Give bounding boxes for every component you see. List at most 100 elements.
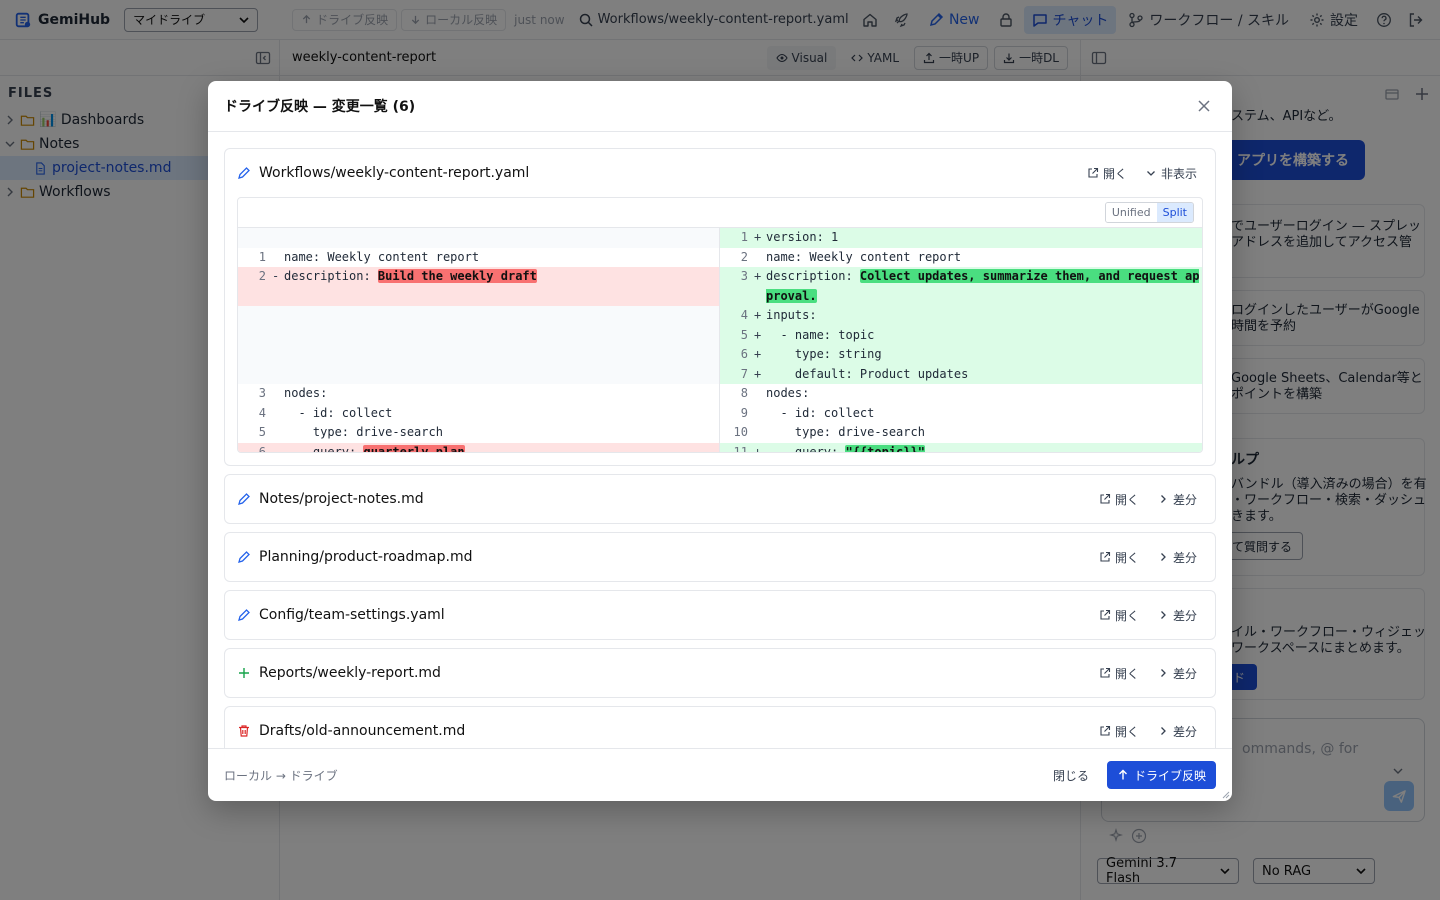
line-text <box>284 326 286 346</box>
open-file-label: 開く <box>1114 550 1139 565</box>
diff-line <box>238 364 719 385</box>
diff-marker: - <box>272 269 280 283</box>
line-number: 5 <box>740 327 748 342</box>
line-text-prefix: query: <box>284 444 364 453</box>
change-item: Planning/product-roadmap.md 開く 差分 <box>224 532 1216 582</box>
diff-line: 6- query: quarterly plan <box>238 442 719 453</box>
external-link-icon <box>1100 493 1111 504</box>
diff-line: 3 + description: Collect updates, summariz… <box>720 267 1202 306</box>
removed-text-highlight: quarterly plan <box>363 444 465 452</box>
line-text: name: Weekly content report <box>766 249 962 264</box>
show-diff-button[interactable]: 差分 <box>1151 603 1203 627</box>
external-link-icon <box>1100 725 1111 736</box>
unified-mode-button[interactable]: Unified <box>1105 203 1157 222</box>
open-file-button[interactable]: 開く <box>1093 545 1145 569</box>
diff-marker <box>272 365 284 385</box>
change-path[interactable]: Drafts/old-announcement.md <box>259 723 465 739</box>
pencil-icon <box>238 609 250 621</box>
line-text <box>284 228 286 248</box>
diff-marker: + <box>754 327 762 342</box>
open-file-button[interactable]: 開く <box>1093 719 1145 743</box>
dialog-footer: ローカル → ドライブ 閉じる ドライブ反映 <box>208 748 1232 801</box>
line-text: default: Product updates <box>766 366 969 381</box>
line-number: 2 <box>258 269 266 283</box>
split-mode-button[interactable]: Split <box>1156 203 1193 222</box>
line-number: 3 <box>740 269 748 283</box>
line-text <box>284 365 286 385</box>
diff-line: 4 - id: collect <box>238 404 719 424</box>
show-diff-label: 差分 <box>1172 492 1197 507</box>
change-path[interactable]: Reports/weekly-report.md <box>259 665 441 681</box>
diff-marker <box>272 384 284 404</box>
line-number <box>238 326 272 346</box>
push-to-drive-button[interactable]: ドライブ反映 <box>1106 761 1216 789</box>
line-text: version: 1 <box>766 230 839 244</box>
diff-left-pane[interactable]: 1 name: Weekly content report 2- descriptio… <box>238 228 720 453</box>
external-link-icon <box>1100 551 1111 562</box>
diff-line: 1 + version: 1 <box>720 228 1202 248</box>
diff-line: 11 + query: "{{topic}}" <box>720 442 1202 452</box>
external-link-icon <box>1100 667 1111 678</box>
arrow-up-icon <box>1118 769 1127 780</box>
open-file-label: 開く <box>1114 492 1139 507</box>
diff-line <box>238 325 719 346</box>
line-text: type: drive-search <box>766 425 925 439</box>
added-text-highlight: "{{topic}}" <box>845 444 925 452</box>
diff-viewer: Unified Split 1 name: Weekly content repo… <box>237 197 1203 453</box>
line-number <box>238 365 272 385</box>
diff-line: 6 + type: string <box>720 345 1202 365</box>
open-file-button[interactable]: 開く <box>1081 161 1133 185</box>
external-link-icon <box>1100 609 1111 620</box>
diff-line: 3 nodes: <box>238 384 719 404</box>
hide-diff-button[interactable]: 非表示 <box>1139 161 1203 185</box>
open-file-label: 開く <box>1114 608 1139 623</box>
open-file-button[interactable]: 開く <box>1093 603 1145 627</box>
change-item: Reports/weekly-report.md 開く 差分 <box>224 648 1216 698</box>
change-path[interactable]: Planning/product-roadmap.md <box>259 549 472 565</box>
diff-marker: + <box>754 308 762 322</box>
changes-list[interactable]: Workflows/weekly-content-report.yaml 開く … <box>208 133 1232 748</box>
close-dialog-button[interactable] <box>1192 94 1216 118</box>
change-item: Drafts/old-announcement.md 開く 差分 <box>224 706 1216 748</box>
diff-marker <box>272 345 284 365</box>
diff-mode-toggle: Unified Split <box>1104 202 1194 223</box>
change-path[interactable]: Workflows/weekly-content-report.yaml <box>259 165 529 181</box>
line-number: 6 <box>740 347 748 361</box>
resize-handle-icon[interactable] <box>1220 789 1230 799</box>
line-text-prefix: description: <box>284 269 378 283</box>
show-diff-button[interactable]: 差分 <box>1151 719 1203 743</box>
diff-marker <box>272 248 284 268</box>
line-number: 8 <box>740 386 748 400</box>
diff-line: 2- description: Build the weekly draft <box>238 267 719 287</box>
open-file-button[interactable]: 開く <box>1093 487 1145 511</box>
line-text: query: "{{topic}}" <box>766 443 927 452</box>
line-number: 6 <box>258 444 266 453</box>
open-file-button[interactable]: 開く <box>1093 661 1145 685</box>
show-diff-button[interactable]: 差分 <box>1151 661 1203 685</box>
diff-line <box>238 345 719 365</box>
line-number: 1 <box>258 249 266 264</box>
line-text: query: quarterly plan <box>284 443 467 453</box>
external-link-icon <box>1088 167 1099 178</box>
show-diff-button[interactable]: 差分 <box>1151 487 1203 511</box>
line-text: - id: collect <box>284 405 393 420</box>
diff-right-pane[interactable]: 1 + version: 1 2 name: Weekly content report… <box>720 228 1202 452</box>
diff-line: 5 type: drive-search <box>238 423 719 443</box>
change-item: Notes/project-notes.md 開く 差分 <box>224 474 1216 524</box>
line-number <box>238 306 272 326</box>
show-diff-button[interactable]: 差分 <box>1151 545 1203 569</box>
diff-marker <box>272 326 284 346</box>
close-button[interactable]: 閉じる <box>1043 761 1099 789</box>
diff-marker: + <box>754 366 762 381</box>
trash-icon <box>239 725 249 737</box>
line-number <box>238 228 272 248</box>
diff-marker <box>754 248 766 268</box>
chevron-right-icon <box>1161 611 1166 619</box>
line-text: type: drive-search <box>284 425 443 439</box>
open-file-label: 開く <box>1102 166 1127 181</box>
line-text <box>284 345 286 365</box>
diff-line: 8 nodes: <box>720 384 1202 404</box>
change-path[interactable]: Config/team-settings.yaml <box>259 607 445 623</box>
change-path[interactable]: Notes/project-notes.md <box>259 491 424 507</box>
line-number: 4 <box>258 405 266 420</box>
